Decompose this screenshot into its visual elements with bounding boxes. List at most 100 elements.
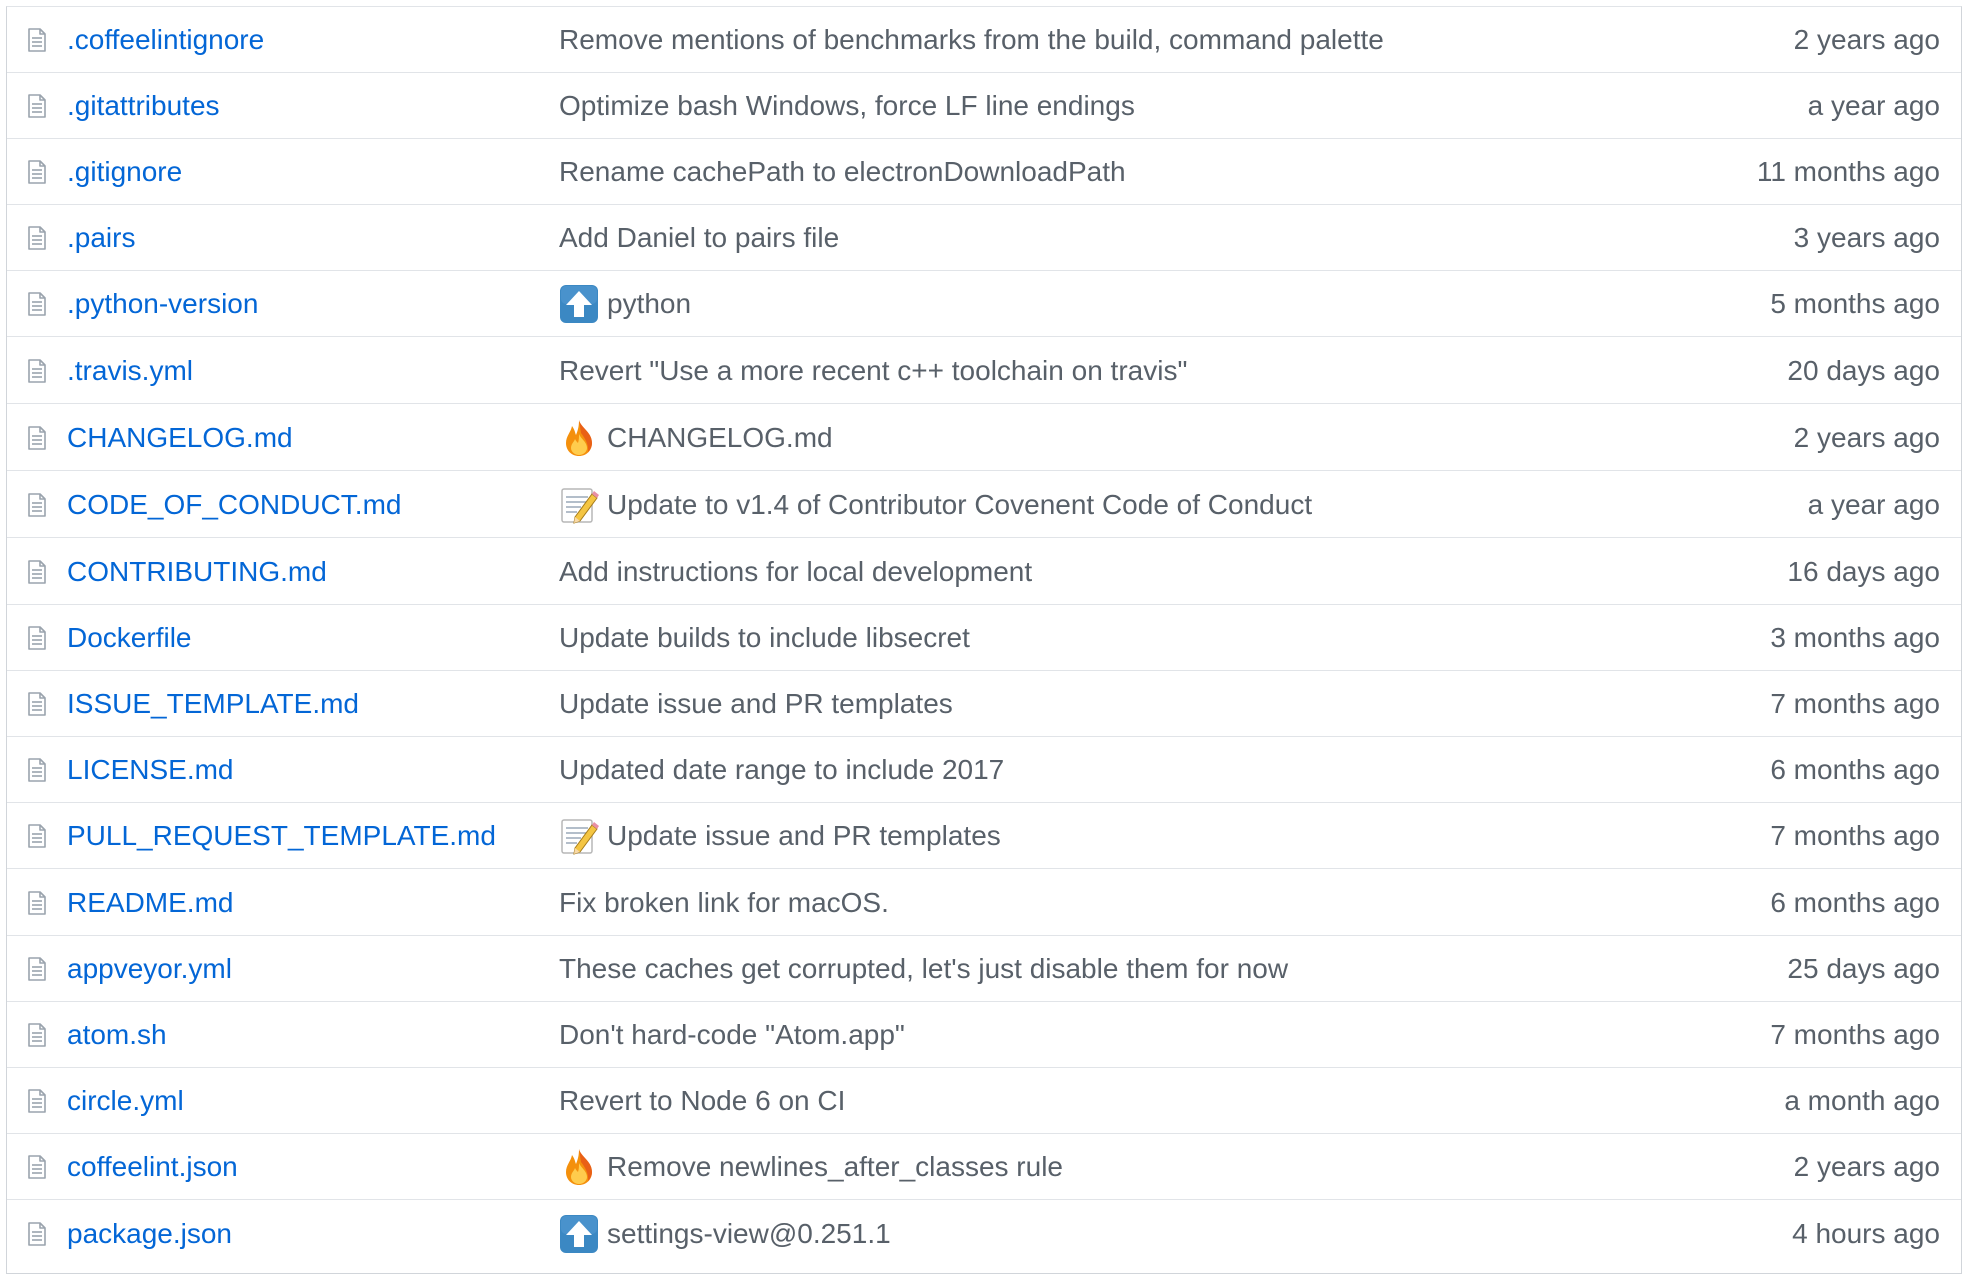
file-row: atom.sh Don't hard-code "Atom.app" 7 mon… (7, 1002, 1961, 1068)
file-row: LICENSE.md Updated date range to include… (7, 737, 1961, 803)
commit-message-link[interactable]: Revert "Use a more recent c++ toolchain … (559, 355, 1187, 387)
commit-age: 6 months ago (1770, 754, 1940, 785)
commit-message-link[interactable]: Revert to Node 6 on CI (559, 1085, 845, 1117)
commit-cell: Revert to Node 6 on CI (559, 1068, 845, 1134)
commit-cell: Update issue and PR templates (559, 803, 1001, 869)
commit-cell: Remove newlines_after_classes rule (559, 1134, 1063, 1200)
commit-message-link[interactable]: Update to v1.4 of Contributor Covenent C… (607, 489, 1312, 521)
file-icon (28, 226, 46, 250)
file-name-link[interactable]: README.md (67, 870, 233, 936)
commit-cell: Update issue and PR templates (559, 671, 953, 737)
arrow-up-emoji-icon (560, 285, 598, 323)
file-icon (28, 824, 46, 848)
commit-message-link[interactable]: Don't hard-code "Atom.app" (559, 1019, 905, 1051)
commit-message-link[interactable]: Add Daniel to pairs file (559, 222, 839, 254)
commit-cell: Add instructions for local development (559, 539, 1032, 605)
file-icon (28, 160, 46, 184)
commit-age: 2 years ago (1793, 24, 1940, 55)
commit-cell: Update builds to include libsecret (559, 605, 970, 671)
fire-emoji-icon (566, 420, 592, 456)
commit-age: 3 months ago (1770, 622, 1940, 653)
file-row: package.json settings-view@0.251.1 4 hou… (7, 1201, 1961, 1267)
file-row: circle.yml Revert to Node 6 on CI a mont… (7, 1068, 1961, 1134)
commit-cell: Don't hard-code "Atom.app" (559, 1002, 905, 1068)
commit-cell: These caches get corrupted, let's just d… (559, 936, 1288, 1002)
commit-age: a year ago (1807, 489, 1940, 520)
commit-cell: Optimize bash Windows, force LF line end… (559, 73, 1135, 139)
commit-cell: Update to v1.4 of Contributor Covenent C… (559, 472, 1312, 538)
file-row: Dockerfile Update builds to include libs… (7, 605, 1961, 671)
file-icon (28, 28, 46, 52)
file-icon (28, 1023, 46, 1047)
file-name-link[interactable]: .coffeelintignore (67, 7, 264, 73)
commit-cell: Revert "Use a more recent c++ toolchain … (559, 338, 1187, 404)
file-icon (28, 1089, 46, 1113)
commit-age: 6 months ago (1770, 887, 1940, 918)
commit-age: 7 months ago (1770, 1019, 1940, 1050)
commit-age: 11 months ago (1756, 156, 1940, 187)
commit-message-link[interactable]: Update issue and PR templates (559, 688, 953, 720)
commit-cell: python (559, 271, 691, 337)
commit-message-link[interactable]: Updated date range to include 2017 (559, 754, 1004, 786)
arrow-up-emoji-icon (560, 1215, 598, 1253)
file-name-link[interactable]: CONTRIBUTING.md (67, 539, 327, 605)
file-name-link[interactable]: .python-version (67, 271, 258, 337)
file-row: README.md Fix broken link for macOS. 6 m… (7, 870, 1961, 936)
commit-age: 2 years ago (1793, 422, 1940, 453)
file-name-link[interactable]: appveyor.yml (67, 936, 232, 1002)
commit-message-link[interactable]: Update builds to include libsecret (559, 622, 970, 654)
file-row: .pairs Add Daniel to pairs file 3 years … (7, 205, 1961, 271)
file-icon (28, 891, 46, 915)
commit-cell: Updated date range to include 2017 (559, 737, 1004, 803)
memo-emoji-icon (561, 488, 599, 524)
file-name-link[interactable]: ISSUE_TEMPLATE.md (67, 671, 359, 737)
commit-cell: Fix broken link for macOS. (559, 870, 889, 936)
file-name-link[interactable]: .gitattributes (67, 73, 220, 139)
file-name-link[interactable]: atom.sh (67, 1002, 167, 1068)
commit-message-link[interactable]: settings-view@0.251.1 (607, 1218, 891, 1250)
file-row: CHANGELOG.md CHANGELOG.md 2 years ago (7, 405, 1961, 471)
file-name-link[interactable]: .gitignore (67, 139, 182, 205)
commit-age: a year ago (1807, 90, 1940, 121)
file-name-link[interactable]: coffeelint.json (67, 1134, 238, 1200)
file-name-link[interactable]: package.json (67, 1201, 232, 1267)
commit-message-link[interactable]: CHANGELOG.md (607, 422, 833, 454)
commit-age: 16 days ago (1787, 556, 1940, 587)
file-icon (28, 626, 46, 650)
file-name-link[interactable]: Dockerfile (67, 605, 191, 671)
commit-message-link[interactable]: Remove mentions of benchmarks from the b… (559, 24, 1384, 56)
file-name-link[interactable]: .travis.yml (67, 338, 193, 404)
commit-cell: CHANGELOG.md (559, 405, 833, 471)
commit-message-link[interactable]: Fix broken link for macOS. (559, 887, 889, 919)
file-row: ISSUE_TEMPLATE.md Update issue and PR te… (7, 671, 1961, 737)
file-name-link[interactable]: CODE_OF_CONDUCT.md (67, 472, 401, 538)
file-row: PULL_REQUEST_TEMPLATE.md Update issue an… (7, 803, 1961, 869)
file-icon (28, 493, 46, 517)
commit-message-link[interactable]: Optimize bash Windows, force LF line end… (559, 90, 1135, 122)
commit-message-link[interactable]: python (607, 288, 691, 320)
commit-message-link[interactable]: Add instructions for local development (559, 556, 1032, 588)
commit-age: 3 years ago (1793, 222, 1940, 253)
file-row: coffeelint.json Remove newlines_after_cl… (7, 1134, 1961, 1200)
commit-cell: Remove mentions of benchmarks from the b… (559, 7, 1384, 73)
commit-message-link[interactable]: Update issue and PR templates (607, 820, 1001, 852)
file-row: .coffeelintignore Remove mentions of ben… (7, 7, 1961, 73)
file-name-link[interactable]: PULL_REQUEST_TEMPLATE.md (67, 803, 496, 869)
file-name-link[interactable]: .pairs (67, 205, 135, 271)
file-icon (28, 292, 46, 316)
commit-message-link[interactable]: Remove newlines_after_classes rule (607, 1151, 1063, 1183)
file-icon (28, 692, 46, 716)
file-icon (28, 1222, 46, 1246)
file-name-link[interactable]: circle.yml (67, 1068, 184, 1134)
file-row: appveyor.yml These caches get corrupted,… (7, 936, 1961, 1002)
commit-message-link[interactable]: Rename cachePath to electronDownloadPath (559, 156, 1126, 188)
file-icon (28, 957, 46, 981)
commit-age: 20 days ago (1787, 355, 1940, 386)
file-name-link[interactable]: CHANGELOG.md (67, 405, 293, 471)
file-name-link[interactable]: LICENSE.md (67, 737, 234, 803)
file-icon (28, 758, 46, 782)
fire-emoji-icon (566, 1149, 592, 1185)
file-icon (28, 426, 46, 450)
commit-message-link[interactable]: These caches get corrupted, let's just d… (559, 953, 1288, 985)
commit-cell: Rename cachePath to electronDownloadPath (559, 139, 1126, 205)
